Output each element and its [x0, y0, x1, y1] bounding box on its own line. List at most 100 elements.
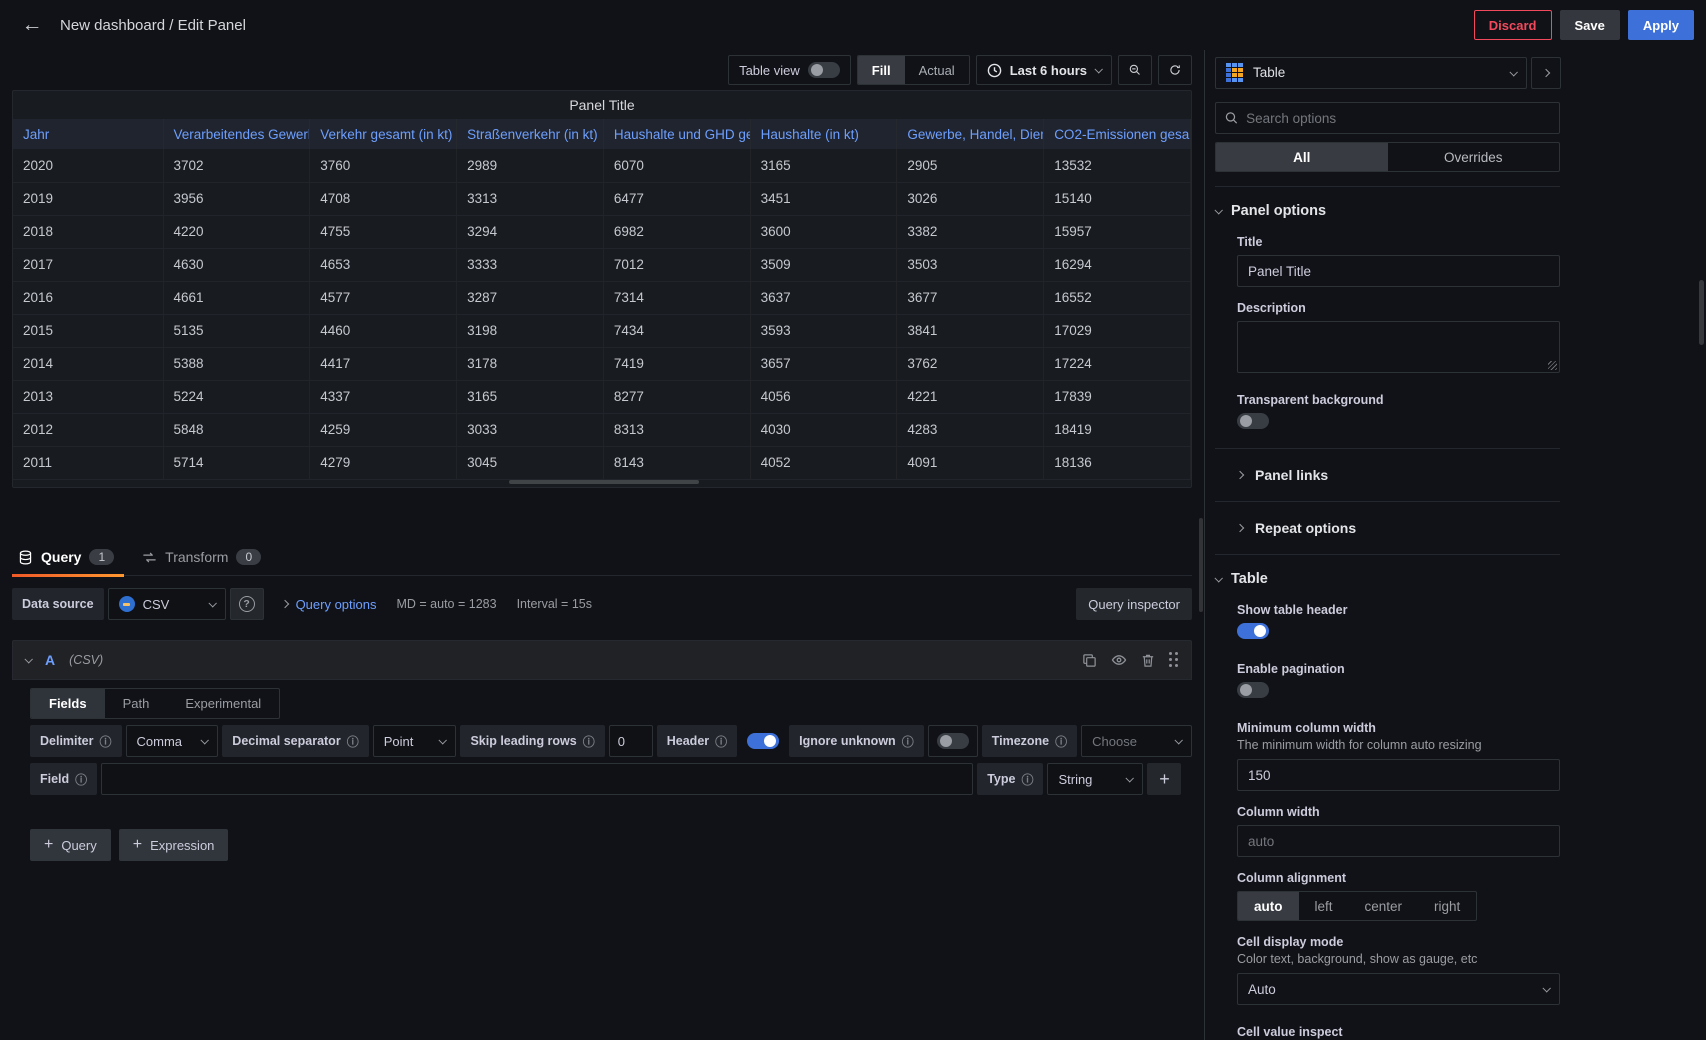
align-option-left[interactable]: left	[1299, 892, 1349, 920]
table-cell[interactable]: 3178	[457, 347, 604, 380]
zoom-out-button[interactable]	[1118, 55, 1152, 85]
table-view-toggle[interactable]	[808, 62, 840, 78]
table-cell[interactable]: 5848	[163, 413, 310, 446]
refresh-button[interactable]	[1158, 55, 1192, 85]
table-cell[interactable]: 3382	[897, 215, 1044, 248]
add-expression-button[interactable]: + Expression	[119, 829, 229, 861]
column-header[interactable]: Verarbeitendes Gewerl	[163, 119, 310, 149]
table-cell[interactable]: 2013	[13, 380, 163, 413]
options-search[interactable]	[1215, 102, 1560, 134]
table-cell[interactable]: 3503	[897, 248, 1044, 281]
sidebar-scrollbar[interactable]	[1699, 280, 1704, 345]
panel-title-input[interactable]	[1237, 255, 1560, 287]
table-cell[interactable]: 17224	[1044, 347, 1191, 380]
eye-icon[interactable]	[1111, 652, 1127, 668]
csv-editor-tab-path[interactable]: Path	[105, 689, 168, 718]
table-cell[interactable]: 3760	[310, 149, 457, 182]
table-cell[interactable]: 16294	[1044, 248, 1191, 281]
field-name-input[interactable]	[101, 763, 973, 795]
table-cell[interactable]: 2014	[13, 347, 163, 380]
table-cell[interactable]: 3593	[750, 314, 897, 347]
table-cell[interactable]: 4661	[163, 281, 310, 314]
panel-links-expander[interactable]: Panel links	[1237, 463, 1562, 487]
tab-query[interactable]: Query 1	[18, 549, 114, 575]
table-cell[interactable]: 3294	[457, 215, 604, 248]
table-cell[interactable]: 4755	[310, 215, 457, 248]
discard-button[interactable]: Discard	[1474, 10, 1552, 40]
trash-icon[interactable]	[1141, 653, 1155, 668]
description-textarea[interactable]	[1237, 321, 1560, 373]
table-cell[interactable]: 4056	[750, 380, 897, 413]
type-select[interactable]: String	[1047, 763, 1143, 795]
table-cell[interactable]: 7419	[603, 347, 750, 380]
table-cell[interactable]: 15957	[1044, 215, 1191, 248]
table-cell[interactable]: 3033	[457, 413, 604, 446]
time-range-picker[interactable]: Last 6 hours	[976, 55, 1112, 85]
duplicate-icon[interactable]	[1082, 653, 1097, 668]
table-cell[interactable]: 6070	[603, 149, 750, 182]
table-cell[interactable]: 18419	[1044, 413, 1191, 446]
table-cell[interactable]: 3165	[457, 380, 604, 413]
collapse-options-button[interactable]	[1531, 57, 1561, 89]
transparent-bg-toggle[interactable]	[1237, 413, 1269, 429]
table-cell[interactable]: 4708	[310, 182, 457, 215]
table-cell[interactable]: 4417	[310, 347, 457, 380]
table-cell[interactable]: 4577	[310, 281, 457, 314]
align-option-center[interactable]: center	[1349, 892, 1419, 920]
table-cell[interactable]: 5714	[163, 446, 310, 479]
table-cell[interactable]: 5135	[163, 314, 310, 347]
table-cell[interactable]: 5224	[163, 380, 310, 413]
table-cell[interactable]: 4221	[897, 380, 1044, 413]
table-cell[interactable]: 5388	[163, 347, 310, 380]
table-cell[interactable]: 3165	[750, 149, 897, 182]
table-cell[interactable]: 3451	[750, 182, 897, 215]
column-header[interactable]: Verkehr gesamt (in kt)	[310, 119, 457, 149]
table-cell[interactable]: 2016	[13, 281, 163, 314]
query-ref-id[interactable]: A	[45, 652, 55, 668]
table-cell[interactable]: 3956	[163, 182, 310, 215]
drag-handle-icon[interactable]	[1169, 652, 1179, 668]
table-cell[interactable]: 17839	[1044, 380, 1191, 413]
add-query-button[interactable]: + Query	[30, 829, 111, 861]
column-header[interactable]: Jahr	[13, 119, 163, 149]
column-header[interactable]: Haushalte und GHD ge	[603, 119, 750, 149]
table-cell[interactable]: 2989	[457, 149, 604, 182]
table-cell[interactable]: 4052	[750, 446, 897, 479]
column-header[interactable]: Gewerbe, Handel, Dien	[897, 119, 1044, 149]
column-width-input[interactable]	[1237, 825, 1560, 857]
table-cell[interactable]: 7314	[603, 281, 750, 314]
table-cell[interactable]: 3045	[457, 446, 604, 479]
table-cell[interactable]: 16552	[1044, 281, 1191, 314]
table-cell[interactable]: 4337	[310, 380, 457, 413]
search-input[interactable]	[1246, 111, 1550, 126]
table-cell[interactable]: 4460	[310, 314, 457, 347]
table-cell[interactable]: 2905	[897, 149, 1044, 182]
table-cell[interactable]: 15140	[1044, 182, 1191, 215]
table-cell[interactable]: 4283	[897, 413, 1044, 446]
table-cell[interactable]: 3287	[457, 281, 604, 314]
table-cell[interactable]: 3762	[897, 347, 1044, 380]
cell-display-mode-select[interactable]: Auto	[1237, 973, 1560, 1005]
panel-options-section-header[interactable]: Panel options	[1215, 201, 1562, 221]
add-field-button[interactable]: +	[1147, 763, 1181, 795]
table-cell[interactable]: 2015	[13, 314, 163, 347]
table-cell[interactable]: 3702	[163, 149, 310, 182]
panel-title[interactable]: Panel Title	[13, 91, 1191, 119]
tab-overrides[interactable]: Overrides	[1388, 143, 1560, 171]
column-header[interactable]: Haushalte (in kt)	[750, 119, 897, 149]
delimiter-select[interactable]: Comma	[126, 725, 219, 757]
resize-handle[interactable]	[1548, 361, 1557, 370]
save-button[interactable]: Save	[1560, 10, 1620, 40]
datasource-help-button[interactable]: ?	[230, 588, 264, 620]
table-cell[interactable]: 3198	[457, 314, 604, 347]
table-cell[interactable]: 3637	[750, 281, 897, 314]
table-cell[interactable]: 3600	[750, 215, 897, 248]
table-cell[interactable]: 8277	[603, 380, 750, 413]
table-cell[interactable]: 13532	[1044, 149, 1191, 182]
table-cell[interactable]: 6477	[603, 182, 750, 215]
datasource-select[interactable]: CSV	[108, 588, 226, 620]
table-cell[interactable]: 8143	[603, 446, 750, 479]
min-column-width-input[interactable]	[1237, 759, 1560, 791]
table-cell[interactable]: 3677	[897, 281, 1044, 314]
table-cell[interactable]: 7012	[603, 248, 750, 281]
